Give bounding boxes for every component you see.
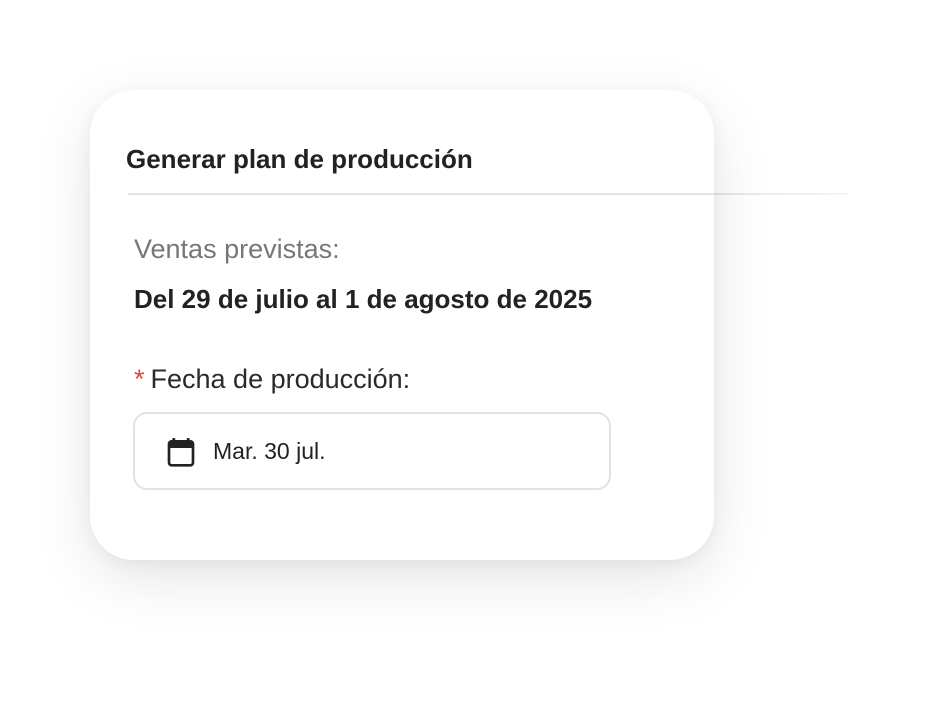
header-divider xyxy=(128,193,714,195)
forecast-range: Del 29 de julio al 1 de agosto de 2025 xyxy=(134,284,593,314)
production-plan-dialog: Generar plan de producción Ventas previs… xyxy=(90,90,714,560)
screen: Generar plan de producción Ventas previs… xyxy=(0,0,937,706)
production-date-label: * Fecha de producción: xyxy=(134,364,410,395)
required-asterisk: * xyxy=(134,364,145,394)
dialog-title: Generar plan de producción xyxy=(126,144,473,174)
production-date-picker[interactable]: Mar. 30 jul. xyxy=(133,412,611,490)
forecast-label: Ventas previstas: xyxy=(134,234,340,264)
production-date-value: Mar. 30 jul. xyxy=(213,438,326,464)
production-date-label-text: Fecha de producción: xyxy=(150,364,411,394)
calendar-icon xyxy=(167,438,195,467)
